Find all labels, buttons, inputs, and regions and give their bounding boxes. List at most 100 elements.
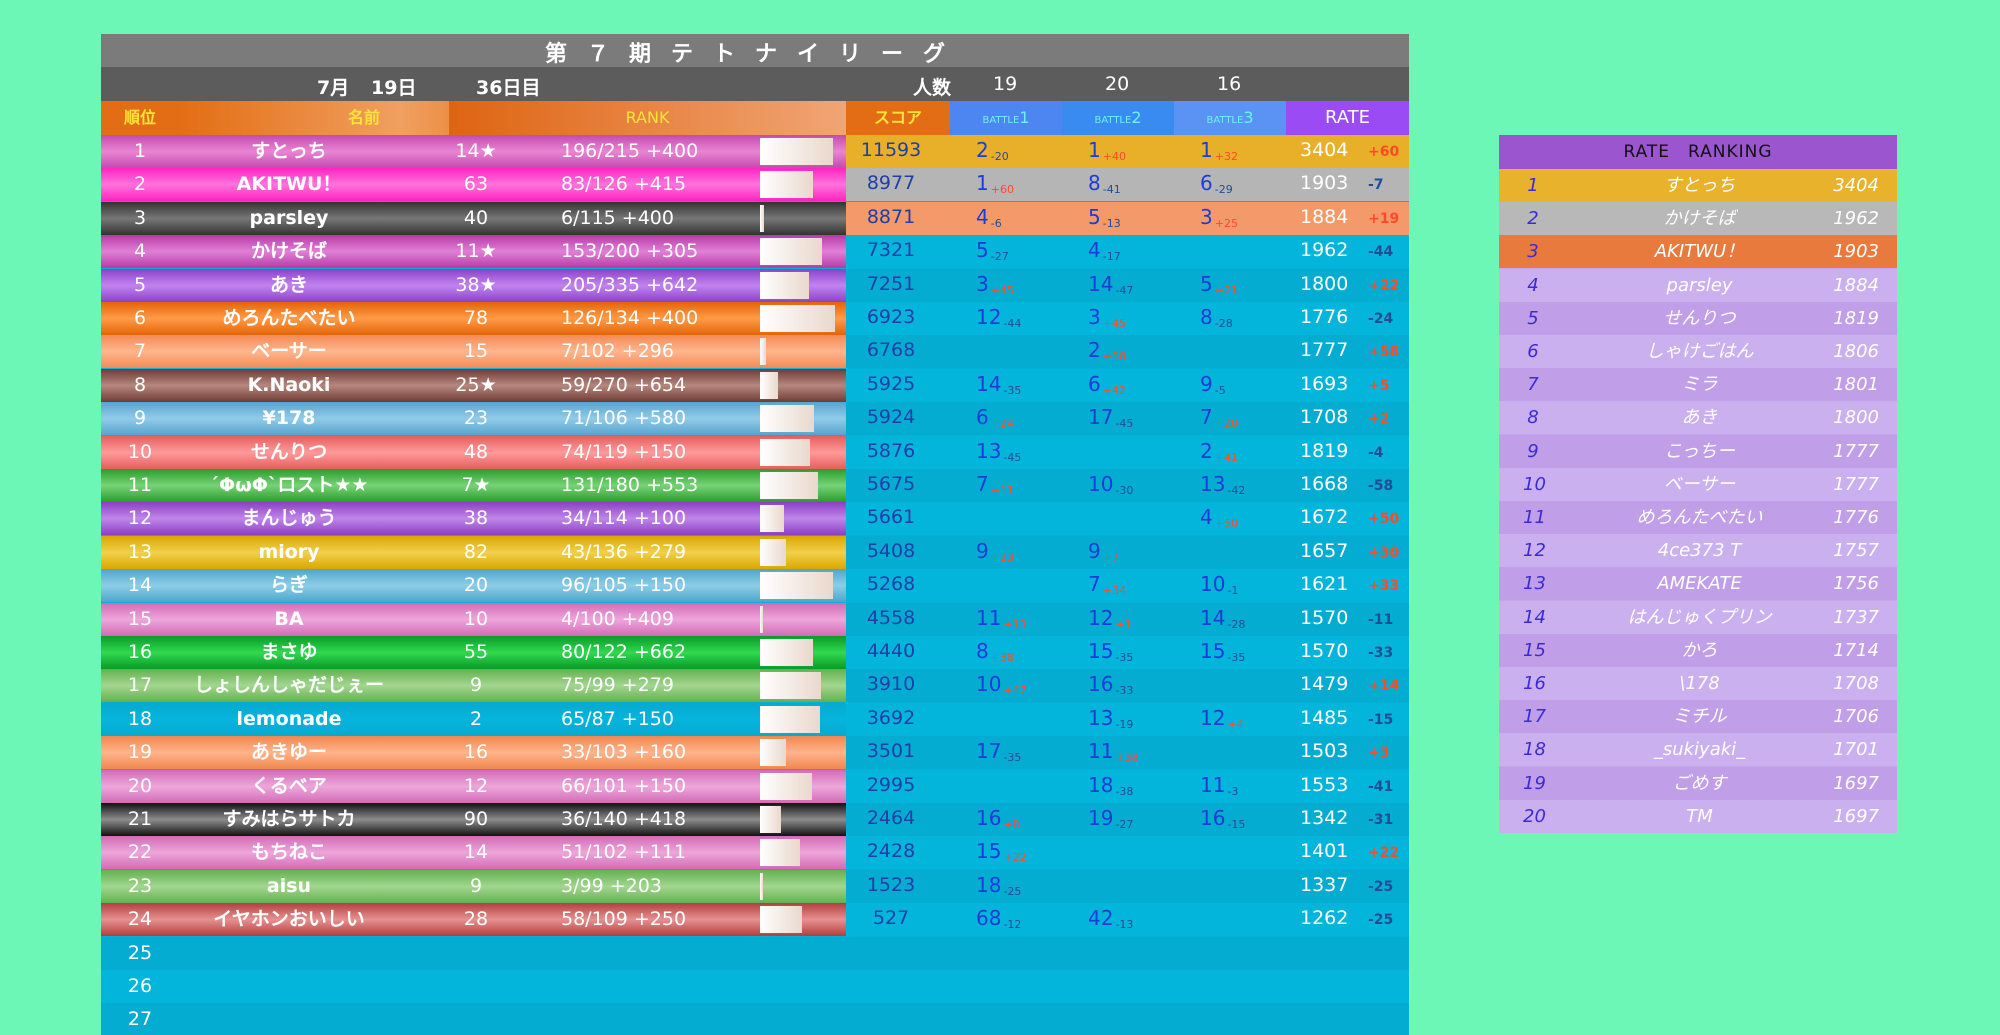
battle2-delta: +38 bbox=[1115, 751, 1139, 765]
battle1-result: 11 +13 bbox=[976, 603, 1027, 640]
result-cell: 3692 13 -19 12 +4 1485 -15 bbox=[846, 702, 1409, 736]
result-cell: 5924 6 +24 17 -45 7 +20 1708 +2 bbox=[846, 402, 1409, 436]
battle1-place: 5 bbox=[976, 238, 989, 263]
rank-number: 12 bbox=[127, 507, 153, 530]
rank-number: 7 bbox=[133, 340, 147, 363]
rate-ranking-row: 18 _sukiyaki_ 1701 bbox=[1499, 733, 1897, 767]
rate-value: 1262 bbox=[1300, 907, 1349, 930]
ranking-rate: 1819 bbox=[1833, 307, 1879, 329]
battle3-place: 13 bbox=[1200, 472, 1226, 496]
ranking-position: 6 bbox=[1527, 341, 1539, 362]
ranking-name: かろ bbox=[1681, 639, 1718, 661]
header-battle1: BATTLE1 bbox=[950, 101, 1062, 135]
table-row: 15 BA 10 4/100 +409 4558 11 +13 12 +1 14 -28 1570 -1… bbox=[101, 602, 1409, 636]
battle3-delta: +41 bbox=[1214, 450, 1238, 464]
rate-ranking-row: 17 ミチル 1706 bbox=[1499, 700, 1897, 734]
battle2-delta: +40 bbox=[1102, 150, 1126, 163]
player-name: イヤホンおいしい bbox=[213, 908, 365, 931]
rate-delta: +22 bbox=[1368, 277, 1400, 294]
ranking-name: ミラ bbox=[1681, 374, 1718, 396]
battle1-place: 8 bbox=[976, 639, 989, 663]
rank-record: 6/115 +400 bbox=[561, 206, 674, 229]
player-cell: 5 あき 38★ 205/335 +642 bbox=[101, 268, 846, 302]
player-cell: 21 すみはらサトカ 90 36/140 +418 bbox=[101, 803, 846, 836]
ranking-rate: 1777 bbox=[1833, 473, 1879, 495]
player-level: 90 bbox=[463, 808, 489, 830]
rank-number: 21 bbox=[127, 808, 153, 830]
battle1-result: 15 +22 bbox=[976, 836, 1027, 873]
player-cell: 15 BA 10 4/100 +409 bbox=[101, 602, 846, 636]
battle2-place: 12 bbox=[1088, 605, 1114, 630]
rank-progress-bar bbox=[760, 171, 813, 199]
rank-progress-bar bbox=[760, 605, 764, 633]
table-row: 19 あきゆー 16 33/103 +160 3501 17 -35 11 +38 1503 +3 bbox=[101, 736, 1409, 770]
title-bar: 第７期テトナイリーグ bbox=[101, 34, 1409, 67]
rank-number: 3 bbox=[133, 206, 147, 229]
result-cell: 5408 9 +23 9 +7 1657 +30 bbox=[846, 535, 1409, 569]
battle2-place: 5 bbox=[1088, 204, 1101, 229]
table-row: 13 miory 82 43/136 +279 5408 9 +23 9 +7 1657 +30 bbox=[101, 535, 1409, 569]
battle1-delta: +13 bbox=[1003, 617, 1027, 631]
battle1-result: 9 +23 bbox=[976, 536, 1014, 573]
rank-number: 25 bbox=[127, 941, 153, 964]
player-name: もちねこ bbox=[250, 841, 327, 864]
player-name: まさゆ bbox=[260, 641, 318, 663]
rate-value: 1657 bbox=[1300, 539, 1349, 562]
score-value: 7251 bbox=[866, 272, 916, 295]
battle3-place: 4 bbox=[1200, 505, 1213, 530]
battle1-result: 2 -20 bbox=[976, 135, 1009, 172]
battle2-place: 14 bbox=[1088, 271, 1114, 296]
ranking-position: 16 bbox=[1523, 673, 1546, 694]
battle3-place: 11 bbox=[1200, 772, 1226, 797]
battle2-delta: -30 bbox=[1115, 484, 1134, 497]
result-cell: 3910 10 +47 16 -33 1479 +14 bbox=[846, 669, 1409, 703]
battle2-result: 19 -27 bbox=[1088, 803, 1133, 840]
battle1-delta: -35 bbox=[1003, 751, 1022, 765]
rate-ranking-row: 3 AKITWU！ 1903 bbox=[1499, 235, 1897, 269]
battle1-place: 68 bbox=[976, 906, 1002, 931]
header-battle3: BATTLE3 bbox=[1174, 101, 1286, 135]
battle3-player-count: 16 bbox=[1217, 73, 1242, 95]
battle2-result: 15 -35 bbox=[1088, 636, 1133, 673]
rate-value: 1570 bbox=[1300, 640, 1349, 662]
ranking-position: 10 bbox=[1523, 473, 1546, 495]
player-cell: 3 parsley 40 6/115 +400 bbox=[101, 201, 846, 235]
player-name: BA bbox=[274, 607, 304, 630]
rate-ranking-row: 11 めろんたべたい 1776 bbox=[1499, 501, 1897, 534]
rate-delta: -44 bbox=[1368, 244, 1394, 261]
table-row: 3 parsley 40 6/115 +400 8871 4 -6 5 -13 3 +25 1884 +… bbox=[101, 201, 1409, 235]
battle2-result: 5 -13 bbox=[1088, 202, 1121, 239]
player-cell: 14 らぎ 20 96/105 +150 bbox=[101, 569, 846, 603]
battle1-result: 7 +11 bbox=[976, 469, 1014, 506]
player-level: 2 bbox=[469, 707, 483, 730]
battle2-delta: -47 bbox=[1115, 283, 1134, 297]
battle3-place: 8 bbox=[1200, 305, 1213, 329]
rate-ranking-row: 16 \178 1708 bbox=[1499, 667, 1897, 700]
battle1-delta: +24 bbox=[990, 417, 1014, 431]
player-name: AKITWU！ bbox=[236, 173, 342, 196]
battle3-result: 13 -42 bbox=[1200, 469, 1245, 506]
player-cell: 20 くるベア 12 66/101 +150 bbox=[101, 769, 846, 803]
rate-ranking-row: 14 はんじゅくプリン 1737 bbox=[1499, 600, 1897, 634]
rank-progress-bar bbox=[760, 538, 786, 566]
battle1-delta: +45 bbox=[990, 283, 1014, 297]
player-cell: 13 miory 82 43/136 +279 bbox=[101, 535, 846, 569]
rank-number: 20 bbox=[127, 774, 153, 797]
battle3-place: 10 bbox=[1200, 572, 1226, 597]
header-score: スコア bbox=[846, 101, 950, 135]
rank-number: 6 bbox=[133, 307, 147, 329]
rate-ranking-row: 7 ミラ 1801 bbox=[1499, 368, 1897, 402]
battle2-delta: -33 bbox=[1115, 684, 1134, 698]
result-cell: 2995 18 -38 11 -3 1553 -41 bbox=[846, 769, 1409, 803]
rank-progress-bar bbox=[760, 672, 821, 700]
result-cell: 4440 8 +38 15 -35 15 -35 1570 -33 bbox=[846, 636, 1409, 669]
score-value: 3501 bbox=[866, 740, 916, 763]
battle1-place: 10 bbox=[976, 672, 1002, 697]
score-value: 5876 bbox=[866, 439, 916, 462]
battle2-delta: +42 bbox=[1102, 383, 1126, 397]
battle1-place: 16 bbox=[976, 806, 1002, 830]
rate-delta: +50 bbox=[1368, 511, 1400, 528]
battle3-place: 6 bbox=[1200, 171, 1213, 196]
rate-value: 1693 bbox=[1300, 372, 1349, 395]
ranking-name: 4ce373 T bbox=[1657, 540, 1742, 562]
